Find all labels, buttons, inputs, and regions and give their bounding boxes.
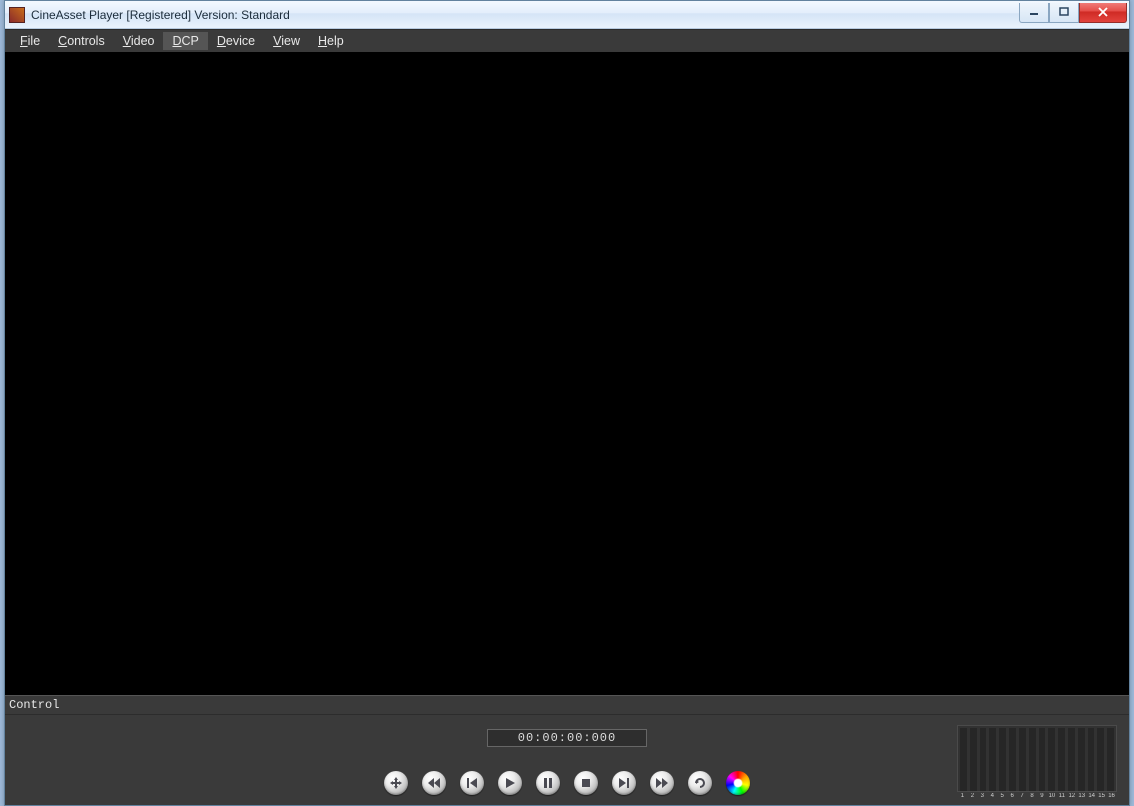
window-controls bbox=[1019, 3, 1127, 23]
close-icon bbox=[1097, 7, 1109, 17]
loop-icon bbox=[693, 776, 707, 790]
control-panel-body: 00:00:00:000 12345678910111213141516 bbox=[5, 715, 1129, 805]
color-wheel-button[interactable] bbox=[726, 771, 750, 795]
audio-bar bbox=[970, 728, 977, 791]
audio-meter-labels: 12345678910111213141516 bbox=[957, 792, 1117, 799]
control-panel-header: Control bbox=[5, 696, 1129, 715]
skip-back-icon bbox=[428, 777, 440, 789]
audio-channel-label: 3 bbox=[979, 793, 986, 799]
audio-channel-label: 12 bbox=[1068, 793, 1075, 799]
audio-meter-bars bbox=[957, 725, 1117, 792]
maximize-icon bbox=[1059, 7, 1069, 17]
move-icon bbox=[389, 776, 403, 790]
stop-button[interactable] bbox=[574, 771, 598, 795]
stop-icon bbox=[580, 777, 592, 789]
audio-bar bbox=[1039, 728, 1046, 791]
client-area: FileControlsVideoDCPDeviceViewHelp Contr… bbox=[5, 29, 1129, 805]
skip-forward-button[interactable] bbox=[650, 771, 674, 795]
audio-bar bbox=[1078, 728, 1085, 791]
app-icon bbox=[9, 7, 25, 23]
audio-bar bbox=[999, 728, 1006, 791]
loop-button[interactable] bbox=[688, 771, 712, 795]
audio-channel-label: 13 bbox=[1078, 793, 1085, 799]
step-forward-button[interactable] bbox=[612, 771, 636, 795]
maximize-button[interactable] bbox=[1049, 3, 1079, 23]
audio-channel-label: 11 bbox=[1058, 793, 1065, 799]
step-back-button[interactable] bbox=[460, 771, 484, 795]
menu-view[interactable]: View bbox=[264, 32, 309, 50]
audio-channel-label: 15 bbox=[1098, 793, 1105, 799]
menu-dcp[interactable]: DCP bbox=[163, 32, 207, 50]
minimize-icon bbox=[1029, 7, 1039, 17]
video-surface[interactable] bbox=[5, 52, 1129, 695]
step-fwd-icon bbox=[618, 777, 630, 789]
audio-channel-label: 9 bbox=[1039, 793, 1046, 799]
audio-channel-label: 10 bbox=[1048, 793, 1055, 799]
audio-channel-label: 8 bbox=[1029, 793, 1036, 799]
audio-bar bbox=[1058, 728, 1065, 791]
audio-bar bbox=[960, 728, 967, 791]
control-panel: Control 00:00:00:000 1234567891011121314… bbox=[5, 695, 1129, 805]
audio-bar bbox=[1029, 728, 1036, 791]
audio-channel-label: 1 bbox=[959, 793, 966, 799]
audio-bar bbox=[980, 728, 987, 791]
audio-bar bbox=[989, 728, 996, 791]
skip-back-button[interactable] bbox=[422, 771, 446, 795]
audio-bar bbox=[1097, 728, 1104, 791]
titlebar[interactable]: CineAsset Player [Registered] Version: S… bbox=[5, 1, 1129, 29]
menu-device[interactable]: Device bbox=[208, 32, 264, 50]
audio-channel-label: 14 bbox=[1088, 793, 1095, 799]
pause-button[interactable] bbox=[536, 771, 560, 795]
audio-bar bbox=[1088, 728, 1095, 791]
step-back-icon bbox=[466, 777, 478, 789]
minimize-button[interactable] bbox=[1019, 3, 1049, 23]
audio-bar bbox=[1107, 728, 1114, 791]
audio-channel-label: 16 bbox=[1108, 793, 1115, 799]
window-title: CineAsset Player [Registered] Version: S… bbox=[31, 8, 290, 22]
audio-channel-label: 7 bbox=[1019, 793, 1026, 799]
pause-icon bbox=[542, 777, 554, 789]
audio-bar bbox=[1068, 728, 1075, 791]
menu-file[interactable]: File bbox=[11, 32, 49, 50]
skip-fwd-icon bbox=[656, 777, 668, 789]
menu-help[interactable]: Help bbox=[309, 32, 353, 50]
audio-channel-label: 6 bbox=[1009, 793, 1016, 799]
app-window: CineAsset Player [Registered] Version: S… bbox=[4, 0, 1130, 806]
audio-bar bbox=[1019, 728, 1026, 791]
menu-video[interactable]: Video bbox=[114, 32, 164, 50]
play-icon bbox=[504, 777, 516, 789]
audio-channel-label: 5 bbox=[999, 793, 1006, 799]
audio-channel-label: 4 bbox=[989, 793, 996, 799]
audio-channel-label: 2 bbox=[969, 793, 976, 799]
menu-controls[interactable]: Controls bbox=[49, 32, 114, 50]
play-button[interactable] bbox=[498, 771, 522, 795]
timecode-display[interactable]: 00:00:00:000 bbox=[487, 729, 647, 747]
audio-meter: 12345678910111213141516 bbox=[957, 725, 1117, 799]
menubar: FileControlsVideoDCPDeviceViewHelp bbox=[5, 30, 1129, 52]
audio-bar bbox=[1048, 728, 1055, 791]
audio-bar bbox=[1009, 728, 1016, 791]
move-button[interactable] bbox=[384, 771, 408, 795]
close-button[interactable] bbox=[1079, 3, 1127, 23]
